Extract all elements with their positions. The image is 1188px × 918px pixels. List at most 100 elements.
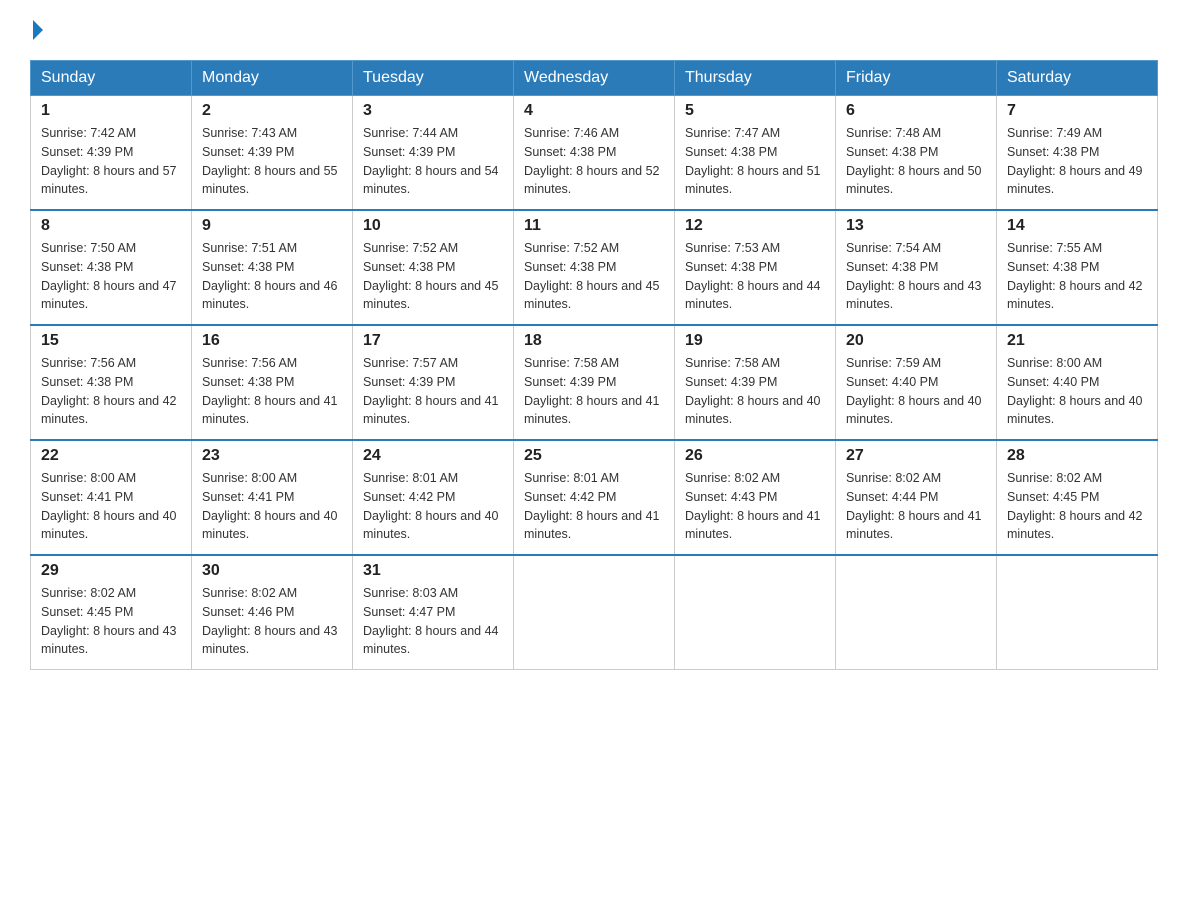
calendar-cell: 24 Sunrise: 8:01 AMSunset: 4:42 PMDaylig… [353,440,514,555]
day-info: Sunrise: 7:56 AMSunset: 4:38 PMDaylight:… [202,356,338,426]
day-number: 9 [202,217,342,235]
day-number: 17 [363,332,503,350]
day-info: Sunrise: 7:52 AMSunset: 4:38 PMDaylight:… [524,241,660,311]
day-info: Sunrise: 7:43 AMSunset: 4:39 PMDaylight:… [202,126,338,196]
calendar-cell: 31 Sunrise: 8:03 AMSunset: 4:47 PMDaylig… [353,555,514,670]
calendar-cell: 4 Sunrise: 7:46 AMSunset: 4:38 PMDayligh… [514,96,675,211]
calendar-cell: 26 Sunrise: 8:02 AMSunset: 4:43 PMDaylig… [675,440,836,555]
calendar-cell: 9 Sunrise: 7:51 AMSunset: 4:38 PMDayligh… [192,210,353,325]
day-info: Sunrise: 8:02 AMSunset: 4:45 PMDaylight:… [1007,471,1143,541]
calendar-cell: 11 Sunrise: 7:52 AMSunset: 4:38 PMDaylig… [514,210,675,325]
calendar-cell [675,555,836,670]
calendar-cell: 6 Sunrise: 7:48 AMSunset: 4:38 PMDayligh… [836,96,997,211]
calendar-cell: 18 Sunrise: 7:58 AMSunset: 4:39 PMDaylig… [514,325,675,440]
column-header-monday: Monday [192,61,353,96]
day-info: Sunrise: 7:58 AMSunset: 4:39 PMDaylight:… [685,356,821,426]
day-number: 20 [846,332,986,350]
day-number: 15 [41,332,181,350]
day-number: 13 [846,217,986,235]
day-info: Sunrise: 7:56 AMSunset: 4:38 PMDaylight:… [41,356,177,426]
day-info: Sunrise: 8:03 AMSunset: 4:47 PMDaylight:… [363,586,499,656]
day-number: 22 [41,447,181,465]
day-info: Sunrise: 7:50 AMSunset: 4:38 PMDaylight:… [41,241,177,311]
day-info: Sunrise: 8:01 AMSunset: 4:42 PMDaylight:… [363,471,499,541]
day-info: Sunrise: 7:57 AMSunset: 4:39 PMDaylight:… [363,356,499,426]
day-info: Sunrise: 7:47 AMSunset: 4:38 PMDaylight:… [685,126,821,196]
calendar-cell: 19 Sunrise: 7:58 AMSunset: 4:39 PMDaylig… [675,325,836,440]
column-header-sunday: Sunday [31,61,192,96]
day-info: Sunrise: 7:52 AMSunset: 4:38 PMDaylight:… [363,241,499,311]
day-number: 26 [685,447,825,465]
day-info: Sunrise: 7:55 AMSunset: 4:38 PMDaylight:… [1007,241,1143,311]
day-number: 7 [1007,102,1147,120]
calendar-cell: 10 Sunrise: 7:52 AMSunset: 4:38 PMDaylig… [353,210,514,325]
calendar-cell [836,555,997,670]
day-info: Sunrise: 7:54 AMSunset: 4:38 PMDaylight:… [846,241,982,311]
calendar-cell: 27 Sunrise: 8:02 AMSunset: 4:44 PMDaylig… [836,440,997,555]
logo [30,20,43,40]
day-number: 14 [1007,217,1147,235]
day-number: 23 [202,447,342,465]
day-info: Sunrise: 8:00 AMSunset: 4:41 PMDaylight:… [202,471,338,541]
calendar-cell: 20 Sunrise: 7:59 AMSunset: 4:40 PMDaylig… [836,325,997,440]
calendar-cell: 17 Sunrise: 7:57 AMSunset: 4:39 PMDaylig… [353,325,514,440]
column-header-thursday: Thursday [675,61,836,96]
day-info: Sunrise: 8:02 AMSunset: 4:44 PMDaylight:… [846,471,982,541]
calendar-cell: 14 Sunrise: 7:55 AMSunset: 4:38 PMDaylig… [997,210,1158,325]
day-number: 30 [202,562,342,580]
day-info: Sunrise: 8:02 AMSunset: 4:43 PMDaylight:… [685,471,821,541]
calendar-week-row: 15 Sunrise: 7:56 AMSunset: 4:38 PMDaylig… [31,325,1158,440]
day-number: 10 [363,217,503,235]
calendar-cell [997,555,1158,670]
column-header-wednesday: Wednesday [514,61,675,96]
day-info: Sunrise: 7:49 AMSunset: 4:38 PMDaylight:… [1007,126,1143,196]
calendar-cell: 15 Sunrise: 7:56 AMSunset: 4:38 PMDaylig… [31,325,192,440]
logo-arrow-icon [33,20,43,40]
calendar-cell: 13 Sunrise: 7:54 AMSunset: 4:38 PMDaylig… [836,210,997,325]
day-info: Sunrise: 7:59 AMSunset: 4:40 PMDaylight:… [846,356,982,426]
column-header-saturday: Saturday [997,61,1158,96]
column-header-tuesday: Tuesday [353,61,514,96]
calendar-cell: 12 Sunrise: 7:53 AMSunset: 4:38 PMDaylig… [675,210,836,325]
day-info: Sunrise: 8:00 AMSunset: 4:40 PMDaylight:… [1007,356,1143,426]
day-number: 28 [1007,447,1147,465]
day-number: 12 [685,217,825,235]
day-number: 29 [41,562,181,580]
day-info: Sunrise: 8:01 AMSunset: 4:42 PMDaylight:… [524,471,660,541]
day-number: 4 [524,102,664,120]
day-number: 3 [363,102,503,120]
day-number: 6 [846,102,986,120]
calendar-table: SundayMondayTuesdayWednesdayThursdayFrid… [30,60,1158,670]
calendar-week-row: 8 Sunrise: 7:50 AMSunset: 4:38 PMDayligh… [31,210,1158,325]
day-info: Sunrise: 8:02 AMSunset: 4:46 PMDaylight:… [202,586,338,656]
calendar-cell: 16 Sunrise: 7:56 AMSunset: 4:38 PMDaylig… [192,325,353,440]
calendar-cell: 2 Sunrise: 7:43 AMSunset: 4:39 PMDayligh… [192,96,353,211]
day-info: Sunrise: 8:00 AMSunset: 4:41 PMDaylight:… [41,471,177,541]
day-number: 19 [685,332,825,350]
column-header-friday: Friday [836,61,997,96]
day-info: Sunrise: 7:58 AMSunset: 4:39 PMDaylight:… [524,356,660,426]
page-header [30,20,1158,40]
day-number: 1 [41,102,181,120]
calendar-cell: 23 Sunrise: 8:00 AMSunset: 4:41 PMDaylig… [192,440,353,555]
day-number: 16 [202,332,342,350]
day-number: 24 [363,447,503,465]
calendar-week-row: 29 Sunrise: 8:02 AMSunset: 4:45 PMDaylig… [31,555,1158,670]
day-info: Sunrise: 7:53 AMSunset: 4:38 PMDaylight:… [685,241,821,311]
day-number: 27 [846,447,986,465]
calendar-cell: 28 Sunrise: 8:02 AMSunset: 4:45 PMDaylig… [997,440,1158,555]
day-info: Sunrise: 7:51 AMSunset: 4:38 PMDaylight:… [202,241,338,311]
calendar-cell: 21 Sunrise: 8:00 AMSunset: 4:40 PMDaylig… [997,325,1158,440]
calendar-week-row: 22 Sunrise: 8:00 AMSunset: 4:41 PMDaylig… [31,440,1158,555]
day-number: 21 [1007,332,1147,350]
day-number: 25 [524,447,664,465]
day-info: Sunrise: 7:48 AMSunset: 4:38 PMDaylight:… [846,126,982,196]
calendar-cell: 22 Sunrise: 8:00 AMSunset: 4:41 PMDaylig… [31,440,192,555]
calendar-cell: 3 Sunrise: 7:44 AMSunset: 4:39 PMDayligh… [353,96,514,211]
day-info: Sunrise: 8:02 AMSunset: 4:45 PMDaylight:… [41,586,177,656]
calendar-cell: 30 Sunrise: 8:02 AMSunset: 4:46 PMDaylig… [192,555,353,670]
calendar-cell: 8 Sunrise: 7:50 AMSunset: 4:38 PMDayligh… [31,210,192,325]
day-number: 18 [524,332,664,350]
day-number: 31 [363,562,503,580]
calendar-cell: 25 Sunrise: 8:01 AMSunset: 4:42 PMDaylig… [514,440,675,555]
